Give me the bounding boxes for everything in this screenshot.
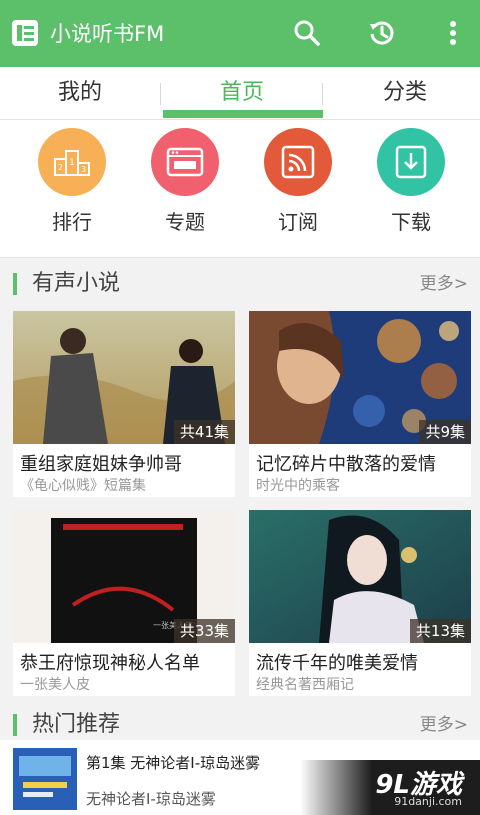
novel-subtitle: 《龟心似贱》短篇集 [20,478,146,494]
quick-subscribe-label: 订阅 [278,210,318,234]
history-clock-icon [370,21,394,45]
quick-subscribe[interactable]: 订阅 [253,128,343,235]
novel-cover-image: 一张美人皮 共33集 [13,510,235,643]
tab-divider [322,83,323,105]
episode-count-badge: 共33集 [173,619,235,643]
more-link[interactable]: 更多> [420,272,468,296]
novel-card[interactable]: 共41集 重组家庭姐妹争帅哥 《龟心似贱》短篇集 [13,311,235,497]
book-list-icon [12,20,38,46]
svg-text:1: 1 [69,158,75,168]
recommend-album-title: 无神论者Ⅰ-琼岛迷雾 [86,790,216,808]
app-title: 小说听书FM [50,22,165,46]
novel-cover-image: 共41集 [13,311,235,444]
section-accent-bar [13,714,17,736]
novel-title: 恭王府惊现神秘人名单 [20,653,200,674]
novel-card[interactable]: 共13集 流传千年的唯美爱情 经典名著西厢记 [249,510,471,696]
search-button[interactable] [290,16,324,50]
quick-ranking-label: 排行 [52,210,92,234]
section-title: 有声小说 [32,271,121,296]
topic-window-icon [151,128,219,196]
watermark: 9L游戏 91danji.com [300,760,480,815]
quick-topic[interactable]: 专题 [140,128,230,235]
tab-mine[interactable]: 我的 [0,67,160,119]
novel-title: 记忆碎片中散落的爱情 [256,454,436,475]
novel-cover-image: 共9集 [249,311,471,444]
subscribe-rss-icon [264,128,332,196]
novel-subtitle: 时光中的乘客 [256,478,340,494]
section-title: 热门推荐 [32,712,121,737]
section-header-audio-novels: 有声小说 更多> [0,259,480,311]
quick-topic-label: 专题 [165,210,205,234]
episode-count-badge: 共13集 [409,619,471,643]
history-button[interactable] [365,16,399,50]
tab-divider [160,83,161,105]
more-link[interactable]: 更多> [420,713,468,737]
watermark-url: 91danji.com [394,795,462,808]
search-icon [294,20,320,46]
novel-title: 重组家庭姐妹争帅哥 [20,454,182,475]
svg-text:3: 3 [81,165,86,174]
episode-count-badge: 共41集 [173,420,235,444]
episode-count-badge: 共9集 [419,420,471,444]
recommend-episode-title: 第1集 无神论者Ⅰ-琼岛迷雾 [86,754,261,772]
tab-category[interactable]: 分类 [325,67,480,119]
novel-subtitle: 一张美人皮 [20,677,90,693]
download-icon [377,128,445,196]
app-bar: 小说听书FM [0,0,480,67]
quick-entry-row: 1 2 3 排行 专题 订阅 下载 [0,120,480,258]
svg-text:2: 2 [58,163,63,172]
quick-download[interactable]: 下载 [366,128,456,235]
more-vertical-icon [450,21,456,45]
active-tab-indicator [163,110,323,118]
novel-subtitle: 经典名著西厢记 [256,677,354,693]
novel-card[interactable]: 共9集 记忆碎片中散落的爱情 时光中的乘客 [249,311,471,497]
ranking-podium-icon: 1 2 3 [38,128,106,196]
quick-ranking[interactable]: 1 2 3 排行 [27,128,117,235]
more-menu-button[interactable] [436,16,470,50]
recommend-cover-image [13,748,77,810]
novel-cover-image: 共13集 [249,510,471,643]
quick-download-label: 下载 [391,210,431,234]
novel-card[interactable]: 一张美人皮 共33集 恭王府惊现神秘人名单 一张美人皮 [13,510,235,696]
novel-title: 流传千年的唯美爱情 [256,653,418,674]
section-accent-bar [13,273,17,295]
